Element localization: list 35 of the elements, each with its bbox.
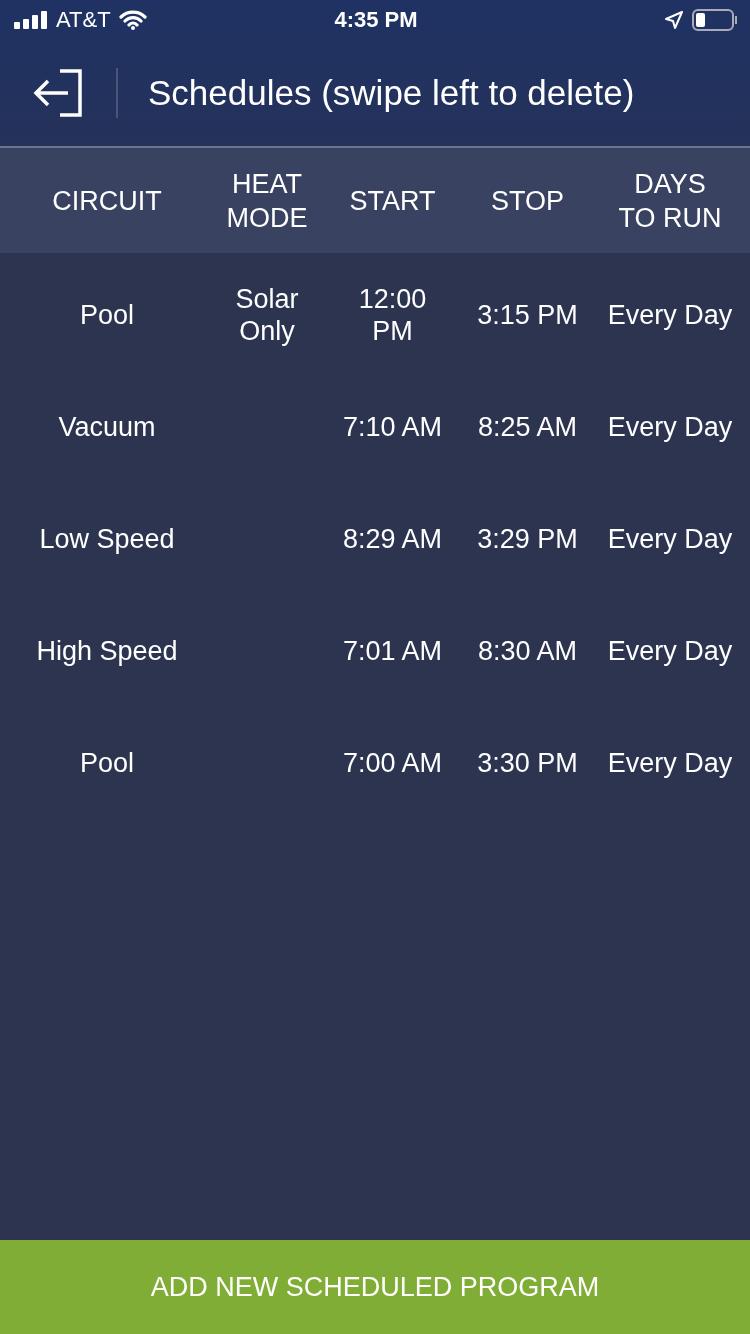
table-cell: Pool xyxy=(79,299,134,331)
wifi-icon xyxy=(118,10,147,30)
table-cell: Solar Only xyxy=(235,283,299,347)
table-cell: 8:29 AM xyxy=(342,523,443,555)
column-header: DAYS TO RUN xyxy=(618,167,722,235)
back-button[interactable] xyxy=(32,67,84,119)
table-cell: 8:25 AM xyxy=(477,411,578,443)
table-cell: 3:29 PM xyxy=(477,523,578,555)
table-cell: Every Day xyxy=(607,747,733,779)
table-cell: 7:10 AM xyxy=(342,411,443,443)
table-cell: Every Day xyxy=(607,411,733,443)
table-cell: 3:15 PM xyxy=(477,299,578,331)
signal-icon xyxy=(14,11,48,29)
table-cell: Every Day xyxy=(607,523,733,555)
status-time: 4:35 PM xyxy=(333,7,419,33)
table-cell: Every Day xyxy=(607,635,733,667)
table-cell: 3:30 PM xyxy=(477,747,578,779)
location-icon xyxy=(664,10,684,30)
table-cell: High Speed xyxy=(36,635,178,667)
table-cell: Vacuum xyxy=(58,411,156,443)
column-header: HEAT MODE xyxy=(226,167,308,235)
add-program-button[interactable]: ADD NEW SCHEDULED PROGRAM xyxy=(0,1240,750,1334)
table-cell: Low Speed xyxy=(39,523,175,555)
table-cell: Pool xyxy=(79,747,134,779)
battery-icon xyxy=(692,9,738,31)
table-cell: 7:01 AM xyxy=(342,635,443,667)
screen-title: Schedules (swipe left to delete) xyxy=(148,73,635,113)
table-cell: 8:30 AM xyxy=(477,635,578,667)
column-header: START xyxy=(349,184,436,218)
table-cell: Every Day xyxy=(607,299,733,331)
table-cell: 12:00 PM xyxy=(358,283,427,347)
carrier-label: AT&T xyxy=(56,7,111,33)
column-header: CIRCUIT xyxy=(52,184,162,218)
table-cell: 7:00 AM xyxy=(342,747,443,779)
column-header: STOP xyxy=(491,184,564,218)
